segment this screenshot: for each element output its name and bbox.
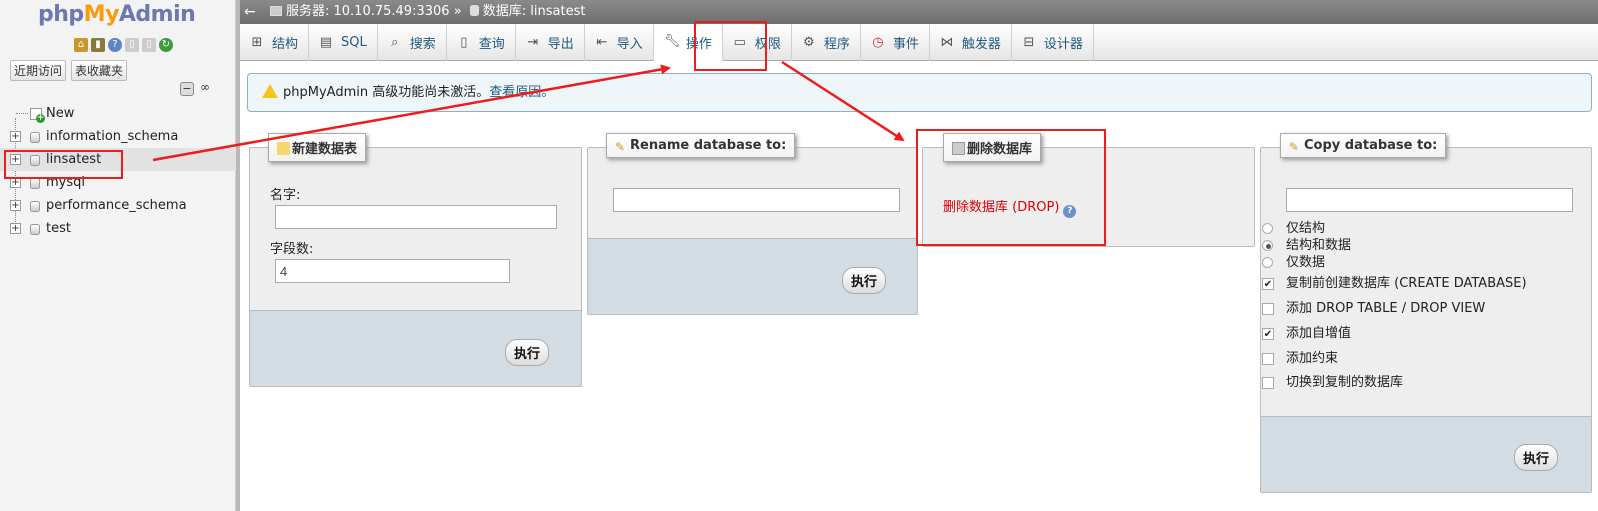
table-name-input[interactable] <box>275 205 557 229</box>
breadcrumb-server[interactable]: 服务器: 10.10.75.49:3306 <box>286 4 450 19</box>
tab-routines[interactable]: ⚙ 程序 <box>792 24 861 61</box>
expand-icon[interactable]: + <box>10 200 21 211</box>
tab-bar: ⊞ 结构 ▤ SQL ⌕ 搜索 ▯ 查询 ⇥ 导出 ⇤ 导入 🔧︎ 操作 ▭ 权限 ⚙ 程序 ◷ 事… <box>240 24 1598 61</box>
home-icon[interactable]: ⌂ <box>74 38 88 52</box>
database-icon <box>30 224 40 235</box>
expand-icon[interactable]: + <box>10 131 21 142</box>
check-create-database[interactable]: ✔ 复制前创建数据库 (CREATE DATABASE) <box>1262 275 1527 293</box>
sidebar-buttons: 近期访问 表收藏夹 <box>10 60 128 81</box>
create-table-go-button[interactable]: 执行 <box>505 339 550 366</box>
warning-icon <box>262 84 278 98</box>
rename-database-panel: 执行 <box>587 147 918 315</box>
copy-database-legend: ✎ Copy database to: <box>1280 133 1447 158</box>
copy-go-button[interactable]: 执行 <box>1514 444 1559 471</box>
back-arrow-icon[interactable]: ← <box>244 0 256 24</box>
database-icon <box>30 201 40 212</box>
new-table-icon <box>277 142 290 155</box>
tree-item-new[interactable]: New <box>0 102 236 125</box>
copy-database-panel: 仅结构 结构和数据 仅数据 ✔ 复制前创建数据库 (CREATE DATABASE… <box>1260 147 1592 493</box>
radio-structure-only[interactable]: 仅结构 <box>1262 220 1325 238</box>
phpmyadmin-logo[interactable]: phpMyAdmin <box>38 2 196 27</box>
breadcrumb-bar: ← 服务器: 10.10.75.49:3306 » 数据库: linsatest <box>240 0 1598 24</box>
query-icon: ▯ <box>460 34 468 50</box>
create-table-panel: 名字: 字段数: 执行 <box>249 147 582 387</box>
import-icon: ⇤ <box>596 34 608 50</box>
reload-icon[interactable]: ↻ <box>159 38 173 52</box>
tab-triggers[interactable]: ⋈ 触发器 <box>930 24 1012 61</box>
radio-structure-data[interactable]: 结构和数据 <box>1262 237 1351 255</box>
pencil-icon: ✎ <box>615 140 626 154</box>
expand-icon[interactable]: + <box>10 223 21 234</box>
export-icon: ⇥ <box>527 34 539 50</box>
collapse-all-icon[interactable]: − <box>180 82 194 96</box>
settings-icon[interactable]: ▯ <box>142 38 156 52</box>
routines-icon: ⚙ <box>803 34 815 50</box>
tab-designer[interactable]: ⊟ 设计器 <box>1012 24 1094 61</box>
designer-icon: ⊟ <box>1023 34 1035 50</box>
sidebar-resizer[interactable] <box>236 0 240 511</box>
recent-button[interactable]: 近期访问 <box>10 60 67 81</box>
events-icon: ◷ <box>872 34 884 50</box>
check-auto-increment[interactable]: ✔ 添加自增值 <box>1262 325 1351 343</box>
database-icon <box>30 132 40 143</box>
tree-item-test[interactable]: + test <box>0 217 236 240</box>
annotation-box-operations-tab <box>694 21 767 71</box>
database-icon <box>30 178 40 189</box>
radio-data-only[interactable]: 仅数据 <box>1262 254 1325 272</box>
tree-item-performance-schema[interactable]: + performance_schema <box>0 194 236 217</box>
server-icon <box>270 6 282 16</box>
copy-database-input[interactable] <box>1286 188 1573 212</box>
breadcrumb: 服务器: 10.10.75.49:3306 » 数据库: linsatest <box>270 0 585 24</box>
tab-search[interactable]: ⌕ 搜索 <box>378 24 447 61</box>
create-table-legend: 新建数据表 <box>268 133 367 162</box>
wrench-icon: 🔧︎ <box>663 34 681 49</box>
structure-icon: ⊞ <box>251 34 263 50</box>
table-name-label: 名字: <box>270 188 301 203</box>
help-icon[interactable]: ? <box>108 38 122 52</box>
link-icon[interactable]: ∞ <box>198 81 212 96</box>
tree-item-information-schema[interactable]: + information_schema <box>0 125 236 148</box>
search-icon: ⌕ <box>391 34 399 50</box>
tab-structure[interactable]: ⊞ 结构 <box>240 24 310 61</box>
check-switch-to-copy[interactable]: 切换到复制的数据库 <box>1262 374 1403 392</box>
tab-events[interactable]: ◷ 事件 <box>861 24 930 61</box>
new-icon <box>30 108 45 123</box>
notice-message: phpMyAdmin 高级功能尚未激活。查看原因。 <box>247 73 1592 112</box>
navigation-sidebar: phpMyAdmin ⌂ ▮ ? ▯ ▯ ↻ 近期访问 表收藏夹 − ∞ New… <box>0 0 236 511</box>
tree-controls: − ∞ <box>180 81 212 96</box>
annotation-box-linsatest <box>4 150 123 179</box>
tab-import[interactable]: ⇤ 导入 <box>585 24 654 61</box>
pencil-icon: ✎ <box>1289 140 1300 154</box>
logout-icon[interactable]: ▮ <box>91 38 105 52</box>
check-add-constraints[interactable]: 添加约束 <box>1262 350 1338 368</box>
docs-icon[interactable]: ▯ <box>125 38 139 52</box>
triggers-icon: ⋈ <box>940 34 954 50</box>
rename-database-input[interactable] <box>613 188 900 212</box>
rename-go-button[interactable]: 执行 <box>842 267 887 294</box>
annotation-box-drop-database <box>916 129 1106 246</box>
rename-database-legend: ✎ Rename database to: <box>606 133 796 158</box>
tab-query[interactable]: ▯ 查询 <box>447 24 516 61</box>
check-add-drop-table[interactable]: 添加 DROP TABLE / DROP VIEW <box>1262 300 1485 318</box>
tab-sql[interactable]: ▤ SQL <box>309 24 378 61</box>
database-icon <box>469 5 479 16</box>
field-count-label: 字段数: <box>270 242 314 257</box>
notice-link[interactable]: 查看原因。 <box>489 85 554 100</box>
quick-icons: ⌂ ▮ ? ▯ ▯ ↻ <box>74 38 173 52</box>
tab-export[interactable]: ⇥ 导出 <box>516 24 585 61</box>
favorites-button[interactable]: 表收藏夹 <box>71 60 128 81</box>
sql-icon: ▤ <box>319 34 333 50</box>
field-count-input[interactable] <box>275 259 510 283</box>
breadcrumb-database[interactable]: 数据库: linsatest <box>483 4 586 19</box>
